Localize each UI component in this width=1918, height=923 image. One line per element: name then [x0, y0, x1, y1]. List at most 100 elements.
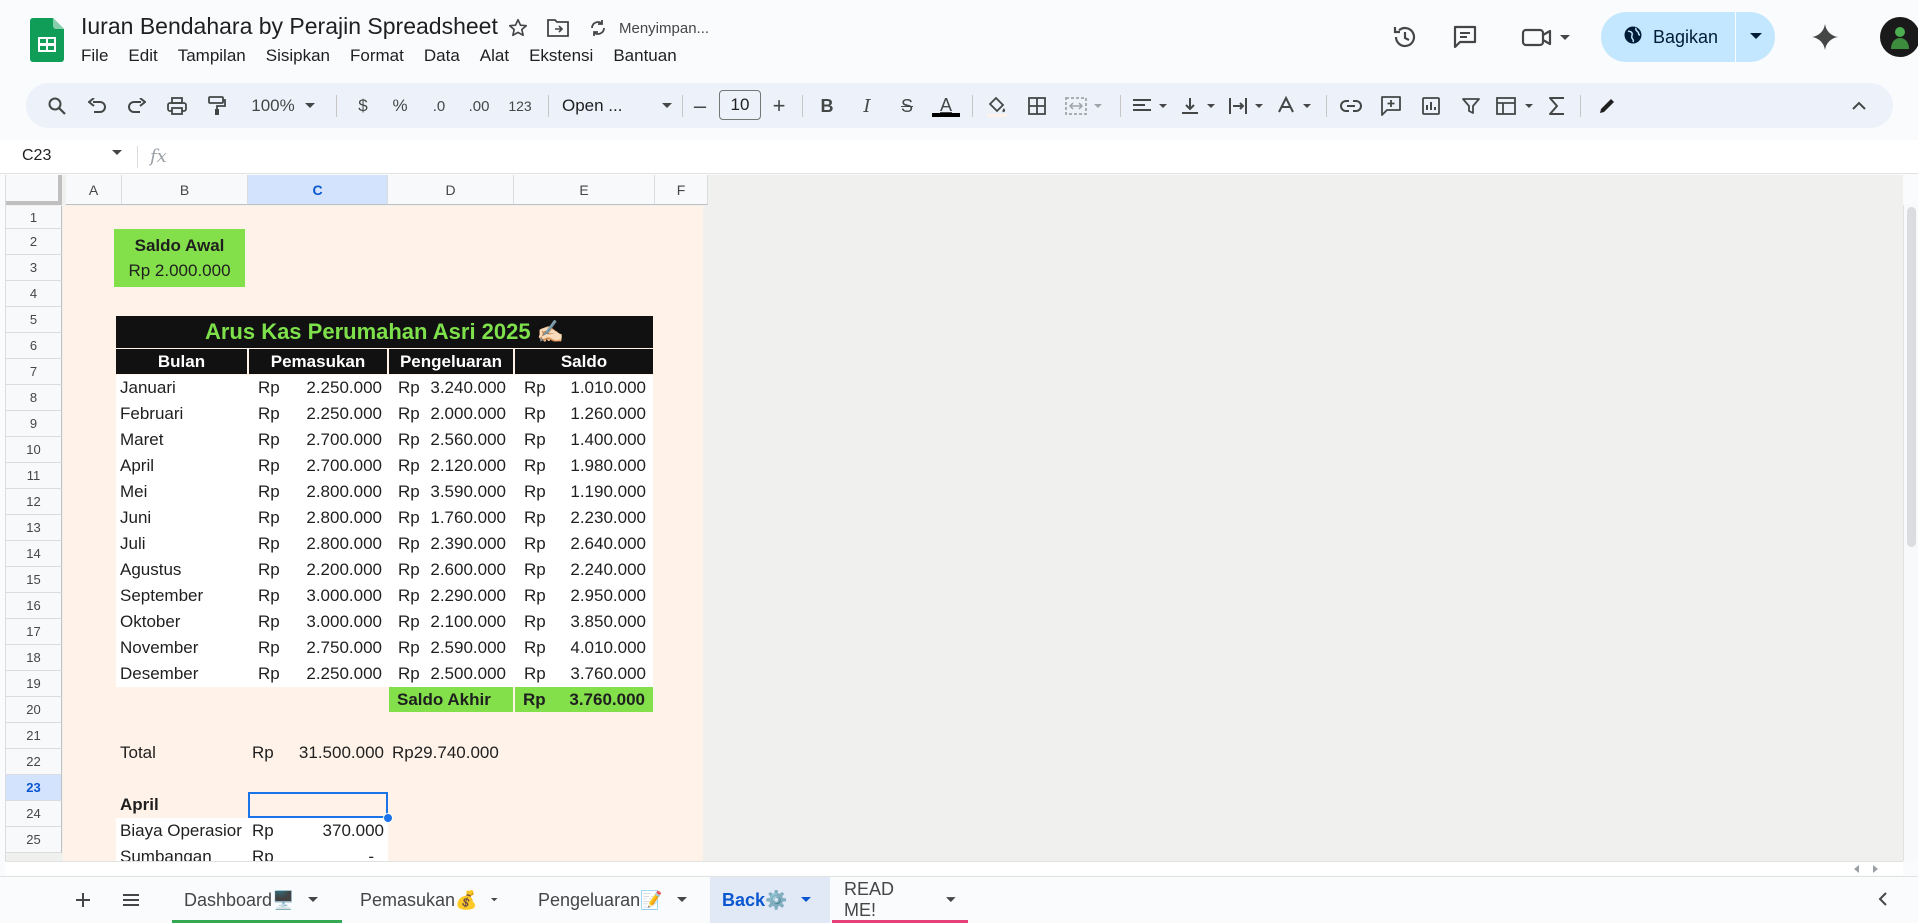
- number-format-button[interactable]: 123: [504, 91, 536, 121]
- insert-comment-icon[interactable]: [1378, 91, 1404, 121]
- row-header-6[interactable]: 6: [6, 333, 62, 359]
- table-row-saldo[interactable]: Rp 1.400.000: [524, 427, 646, 453]
- table-row-pemasukan[interactable]: Rp 2.800.000: [258, 531, 382, 557]
- menu-view[interactable]: Tampilan: [168, 45, 256, 67]
- font-size-input[interactable]: 10: [719, 90, 761, 120]
- header-pemasukan[interactable]: Pemasukan: [249, 349, 387, 374]
- tab-dashboard[interactable]: Dashboard 🖥️: [172, 877, 342, 923]
- comment-icon[interactable]: [1450, 22, 1480, 52]
- column-header-d[interactable]: D: [388, 175, 514, 205]
- bold-button[interactable]: B: [816, 91, 838, 121]
- tab-read-me[interactable]: READ ME!: [832, 877, 968, 923]
- borders-icon[interactable]: [1024, 91, 1050, 121]
- row-header-5[interactable]: 5: [6, 307, 62, 333]
- formula-input[interactable]: [180, 140, 1918, 174]
- meet-icon[interactable]: [1518, 22, 1578, 52]
- menu-help[interactable]: Bantuan: [603, 45, 686, 67]
- table-row-pengeluaran[interactable]: Rp 2.290.000: [398, 583, 506, 609]
- total-pemasukan-cell[interactable]: Rp 31.500.000: [252, 740, 384, 765]
- table-row-pengeluaran[interactable]: Rp 2.100.000: [398, 609, 506, 635]
- row-header-18[interactable]: 18: [6, 645, 62, 671]
- horizontal-scrollbar[interactable]: [5, 861, 1903, 875]
- font-family-select[interactable]: Open ...: [562, 91, 672, 121]
- row-header-25[interactable]: 25: [6, 827, 62, 853]
- row-header-20[interactable]: 20: [6, 697, 62, 723]
- horizontal-align-icon[interactable]: [1130, 91, 1172, 121]
- share-main-button[interactable]: Bagikan: [1601, 12, 1735, 62]
- header-saldo[interactable]: Saldo: [515, 349, 653, 374]
- table-row-pengeluaran[interactable]: Rp 3.590.000: [398, 479, 506, 505]
- chevron-left-icon[interactable]: [1878, 891, 1888, 912]
- table-title[interactable]: Arus Kas Perumahan Asri 2025 ✍🏻: [116, 316, 653, 348]
- sheets-logo-icon[interactable]: [30, 18, 64, 62]
- row-header-15[interactable]: 15: [6, 567, 62, 593]
- table-row-pemasukan[interactable]: Rp 2.250.000: [258, 661, 382, 687]
- fill-color-icon[interactable]: [984, 91, 1010, 121]
- table-row-bulan[interactable]: Oktober: [120, 609, 246, 635]
- table-row-pemasukan[interactable]: Rp 3.000.000: [258, 609, 382, 635]
- row-header-22[interactable]: 22: [6, 749, 62, 775]
- table-row-pemasukan[interactable]: Rp 2.200.000: [258, 557, 382, 583]
- share-button[interactable]: Bagikan: [1601, 12, 1775, 62]
- menu-data[interactable]: Data: [414, 45, 470, 67]
- table-row-pengeluaran[interactable]: Rp 2.390.000: [398, 531, 506, 557]
- row25-value-cell[interactable]: Rp -: [252, 844, 384, 862]
- table-row-saldo[interactable]: Rp 1.980.000: [524, 453, 646, 479]
- row-header-17[interactable]: 17: [6, 619, 62, 645]
- menu-edit[interactable]: Edit: [118, 45, 167, 67]
- document-title[interactable]: Iuran Bendahara by Perajin Spreadsheet: [81, 13, 498, 40]
- italic-button[interactable]: I: [856, 91, 878, 121]
- table-row-pengeluaran[interactable]: Rp 2.000.000: [398, 401, 506, 427]
- avatar[interactable]: [1880, 17, 1918, 57]
- decrease-decimal-button[interactable]: .0: [424, 91, 454, 121]
- table-row-saldo[interactable]: Rp 3.850.000: [524, 609, 646, 635]
- vertical-scrollbar[interactable]: [1903, 205, 1918, 861]
- row-header-2[interactable]: 2: [6, 229, 62, 255]
- table-row-saldo[interactable]: Rp 1.010.000: [524, 375, 646, 401]
- table-row-bulan[interactable]: November: [120, 635, 246, 661]
- table-row-pemasukan[interactable]: Rp 2.700.000: [258, 453, 382, 479]
- fill-handle[interactable]: [383, 813, 393, 823]
- text-color-button[interactable]: A: [930, 91, 962, 121]
- table-row-saldo[interactable]: Rp 1.260.000: [524, 401, 646, 427]
- collapse-toolbar-icon[interactable]: [1846, 91, 1872, 121]
- row24-label[interactable]: Biaya Operasior: [120, 818, 246, 843]
- print-icon[interactable]: [164, 91, 190, 121]
- total-pengeluaran-value[interactable]: Rp29.740.000: [392, 740, 499, 765]
- header-bulan[interactable]: Bulan: [116, 349, 247, 374]
- row25-label[interactable]: Sumbangan: [120, 844, 246, 862]
- table-row-pemasukan[interactable]: Rp 2.700.000: [258, 427, 382, 453]
- selected-cell-c23[interactable]: [248, 792, 388, 818]
- strikethrough-button[interactable]: S: [896, 91, 918, 121]
- undo-icon[interactable]: [84, 91, 110, 121]
- table-row-pemasukan[interactable]: Rp 2.800.000: [258, 479, 382, 505]
- table-row-pemasukan[interactable]: Rp 3.000.000: [258, 583, 382, 609]
- merge-cells-icon[interactable]: [1062, 91, 1108, 121]
- edit-mode-pencil-icon[interactable]: [1594, 91, 1620, 121]
- move-folder-icon[interactable]: [545, 15, 571, 41]
- search-menus-icon[interactable]: [44, 91, 70, 121]
- zoom-select[interactable]: 100%: [244, 91, 322, 121]
- vertical-scrollbar-thumb[interactable]: [1907, 207, 1916, 547]
- column-header-c[interactable]: C: [248, 175, 388, 205]
- menu-insert[interactable]: Sisipkan: [256, 45, 340, 67]
- table-row-bulan[interactable]: Juni: [120, 505, 246, 531]
- table-row-saldo[interactable]: Rp 3.760.000: [524, 661, 646, 687]
- menu-format[interactable]: Format: [340, 45, 414, 67]
- all-sheets-menu-icon[interactable]: [118, 887, 144, 913]
- row-header-14[interactable]: 14: [6, 541, 62, 567]
- table-row-bulan[interactable]: September: [120, 583, 246, 609]
- share-dropdown-button[interactable]: [1736, 33, 1775, 41]
- redo-icon[interactable]: [124, 91, 150, 121]
- column-header-e[interactable]: E: [514, 175, 655, 205]
- paint-format-icon[interactable]: [204, 91, 230, 121]
- increase-decimal-button[interactable]: .00: [462, 91, 496, 121]
- insert-chart-icon[interactable]: [1418, 91, 1444, 121]
- table-row-pemasukan[interactable]: Rp 2.800.000: [258, 505, 382, 531]
- table-row-bulan[interactable]: Agustus: [120, 557, 246, 583]
- version-history-icon[interactable]: [1390, 22, 1420, 52]
- table-row-pengeluaran[interactable]: Rp 2.590.000: [398, 635, 506, 661]
- table-row-pengeluaran[interactable]: Rp 3.240.000: [398, 375, 506, 401]
- table-row-bulan[interactable]: April: [120, 453, 246, 479]
- table-row-saldo[interactable]: Rp 2.950.000: [524, 583, 646, 609]
